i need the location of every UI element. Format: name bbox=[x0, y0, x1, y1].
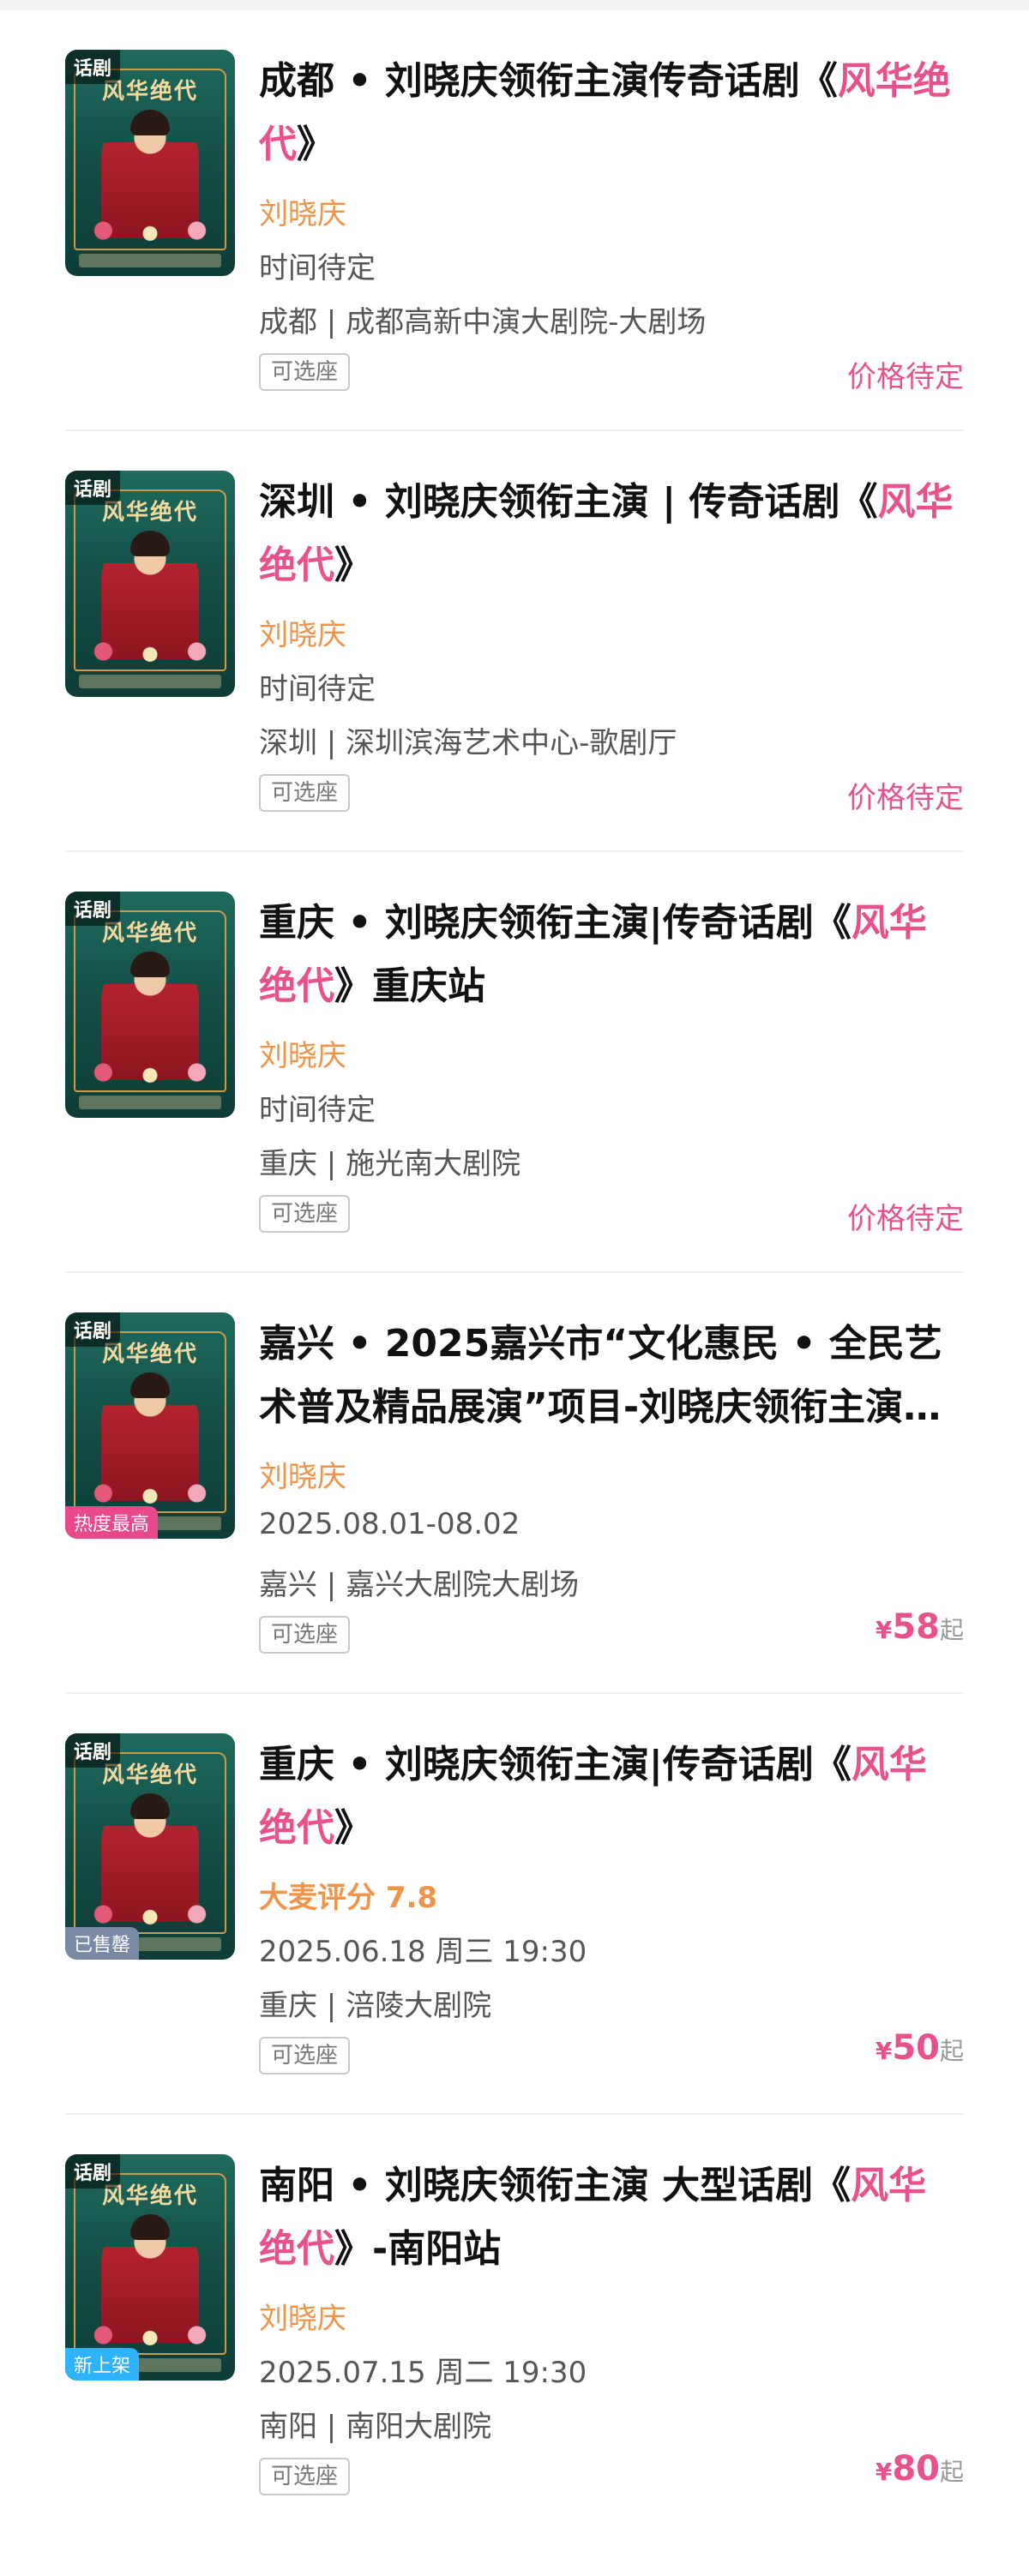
price-currency: ¥ bbox=[875, 1616, 893, 1644]
show-date: 时间待定 bbox=[259, 672, 376, 706]
show-date: 2025.06.18 周三 19:30 bbox=[259, 1935, 587, 1969]
category-tag: 话剧 bbox=[65, 50, 121, 84]
price-amount: 80 bbox=[892, 2449, 940, 2489]
poster-flowers bbox=[72, 1900, 228, 1929]
show-venue: 成都 | 成都高新中演大剧院-大剧场 bbox=[259, 305, 707, 339]
price-currency: ¥ bbox=[875, 2458, 893, 2486]
poster-info-strip bbox=[79, 675, 221, 688]
poster-info-strip bbox=[79, 254, 221, 267]
show-card-shenzhen[interactable]: 风华绝代 话剧 深圳 • 刘晓庆领衔主演 | 传奇话剧《风华绝代》 刘晓庆 时间… bbox=[0, 431, 1029, 852]
show-card-chongqing-fuling[interactable]: 风华绝代 话剧 已售罄 重庆 • 刘晓庆领衔主演|传奇话剧《风华绝代》 大麦评分… bbox=[0, 1694, 1029, 2115]
price-suffix: 起 bbox=[939, 2458, 964, 2486]
show-date: 时间待定 bbox=[259, 1093, 376, 1127]
price-pending: 价格待定 bbox=[847, 360, 964, 394]
category-tag: 话剧 bbox=[65, 471, 121, 505]
category-tag: 话剧 bbox=[65, 1312, 121, 1347]
poster-flowers bbox=[72, 1058, 228, 1087]
new-badge: 新上架 bbox=[65, 2348, 140, 2381]
artist-name[interactable]: 刘晓庆 bbox=[259, 190, 346, 232]
poster-flowers bbox=[72, 1479, 228, 1508]
seat-selectable-tag: 可选座 bbox=[259, 1195, 351, 1233]
show-poster[interactable]: 风华绝代 话剧 bbox=[65, 50, 235, 276]
title-text: 重庆 • 刘晓庆领衔主演|传奇话剧《 bbox=[259, 1743, 851, 1786]
title-suffix: 》 bbox=[297, 123, 334, 166]
price-pending: 价格待定 bbox=[847, 1202, 964, 1236]
top-strip bbox=[0, 0, 1029, 10]
show-venue: 重庆 | 施光南大剧院 bbox=[259, 1147, 521, 1181]
show-card-jiaxing[interactable]: 风华绝代 话剧 热度最高 嘉兴 • 2025嘉兴市“文化惠民 • 全民艺术普及精… bbox=[0, 1273, 1029, 1694]
title-text: 南阳 • 刘晓庆领衔主演 大型话剧《 bbox=[259, 2164, 851, 2207]
artist-name[interactable]: 刘晓庆 bbox=[259, 1453, 346, 1495]
poster-flowers bbox=[72, 2321, 228, 2350]
seat-selectable-tag: 可选座 bbox=[259, 2037, 351, 2075]
show-poster[interactable]: 风华绝代 话剧 bbox=[65, 892, 235, 1118]
title-suffix: 》重庆站 bbox=[334, 964, 485, 1008]
title-text: 深圳 • 刘晓庆领衔主演 | 传奇话剧《 bbox=[259, 480, 878, 524]
show-poster[interactable]: 风华绝代 话剧 新上架 bbox=[65, 2154, 235, 2381]
price-amount: 58 bbox=[892, 1607, 940, 1647]
title-suffix: 》 bbox=[334, 1806, 372, 1850]
show-card-chongqing-shiguangnan[interactable]: 风华绝代 话剧 重庆 • 刘晓庆领衔主演|传奇话剧《风华绝代》重庆站 刘晓庆 时… bbox=[0, 852, 1029, 1273]
price-amount: 50 bbox=[892, 2028, 940, 2068]
price-suffix: 起 bbox=[939, 1616, 964, 1644]
title-text: 成都 • 刘晓庆领衔主演传奇话剧《 bbox=[259, 59, 838, 103]
title-suffix: 》 bbox=[334, 543, 372, 587]
show-card-chengdu[interactable]: 风华绝代 话剧 成都 • 刘晓庆领衔主演传奇话剧《风华绝代》 刘晓庆 时间待定 … bbox=[0, 10, 1029, 431]
show-list: 风华绝代 话剧 成都 • 刘晓庆领衔主演传奇话剧《风华绝代》 刘晓庆 时间待定 … bbox=[0, 10, 1029, 2536]
show-venue: 南阳 | 南阳大剧院 bbox=[259, 2410, 492, 2444]
show-poster[interactable]: 风华绝代 话剧 热度最高 bbox=[65, 1312, 235, 1539]
damai-rating: 大麦评分 7.8 bbox=[259, 1881, 438, 1915]
sold-out-badge: 已售罄 bbox=[65, 1927, 140, 1960]
category-tag: 话剧 bbox=[65, 2154, 121, 2189]
show-venue: 嘉兴 | 嘉兴大剧院大剧场 bbox=[259, 1568, 580, 1602]
seat-selectable-tag: 可选座 bbox=[259, 2458, 351, 2495]
show-date: 2025.08.01-08.02 bbox=[259, 1507, 521, 1541]
category-tag: 话剧 bbox=[65, 1733, 121, 1768]
title-suffix: 》-南阳站 bbox=[334, 2227, 502, 2271]
show-poster[interactable]: 风华绝代 话剧 已售罄 bbox=[65, 1733, 235, 1960]
show-title[interactable]: 重庆 • 刘晓庆领衔主演|传奇话剧《风华绝代》重庆站 bbox=[259, 892, 962, 1018]
poster-info-strip bbox=[79, 1096, 221, 1109]
show-title[interactable]: 嘉兴 • 2025嘉兴市“文化惠民 • 全民艺术普及精品展演”项目-刘晓庆领衔主… bbox=[259, 1312, 962, 1439]
show-title[interactable]: 重庆 • 刘晓庆领衔主演|传奇话剧《风华绝代》 bbox=[259, 1733, 962, 1860]
show-card-nanyang[interactable]: 风华绝代 话剧 新上架 南阳 • 刘晓庆领衔主演 大型话剧《风华绝代》-南阳站 … bbox=[0, 2115, 1029, 2536]
title-text: 重庆 • 刘晓庆领衔主演|传奇话剧《 bbox=[259, 901, 851, 945]
category-tag: 话剧 bbox=[65, 892, 121, 926]
seat-selectable-tag: 可选座 bbox=[259, 1616, 351, 1654]
seat-selectable-tag: 可选座 bbox=[259, 353, 351, 391]
price-pending: 价格待定 bbox=[847, 781, 964, 815]
artist-name[interactable]: 刘晓庆 bbox=[259, 2295, 346, 2337]
show-date: 时间待定 bbox=[259, 251, 376, 285]
title-text: 嘉兴 • 2025嘉兴市“文化惠民 • 全民艺术普及精品展演”项目-刘晓庆领衔主… bbox=[259, 1322, 942, 1429]
poster-flowers bbox=[72, 637, 228, 666]
show-title[interactable]: 南阳 • 刘晓庆领衔主演 大型话剧《风华绝代》-南阳站 bbox=[259, 2154, 962, 2281]
hot-badge: 热度最高 bbox=[65, 1506, 159, 1539]
show-title[interactable]: 成都 • 刘晓庆领衔主演传奇话剧《风华绝代》 bbox=[259, 50, 962, 177]
seat-selectable-tag: 可选座 bbox=[259, 774, 351, 812]
show-date: 2025.07.15 周二 19:30 bbox=[259, 2356, 587, 2390]
show-title[interactable]: 深圳 • 刘晓庆领衔主演 | 传奇话剧《风华绝代》 bbox=[259, 471, 962, 597]
price-currency: ¥ bbox=[875, 2037, 893, 2065]
artist-name[interactable]: 刘晓庆 bbox=[259, 611, 346, 653]
show-venue: 重庆 | 涪陵大剧院 bbox=[259, 1989, 492, 2023]
price: ¥58起 bbox=[876, 1607, 964, 1647]
price-suffix: 起 bbox=[939, 2037, 964, 2065]
show-poster[interactable]: 风华绝代 话剧 bbox=[65, 471, 235, 697]
artist-name[interactable]: 刘晓庆 bbox=[259, 1032, 346, 1074]
price: ¥80起 bbox=[876, 2449, 964, 2489]
poster-flowers bbox=[72, 216, 228, 245]
price: ¥50起 bbox=[876, 2028, 964, 2068]
show-venue: 深圳 | 深圳滨海艺术中心-歌剧厅 bbox=[259, 726, 677, 760]
